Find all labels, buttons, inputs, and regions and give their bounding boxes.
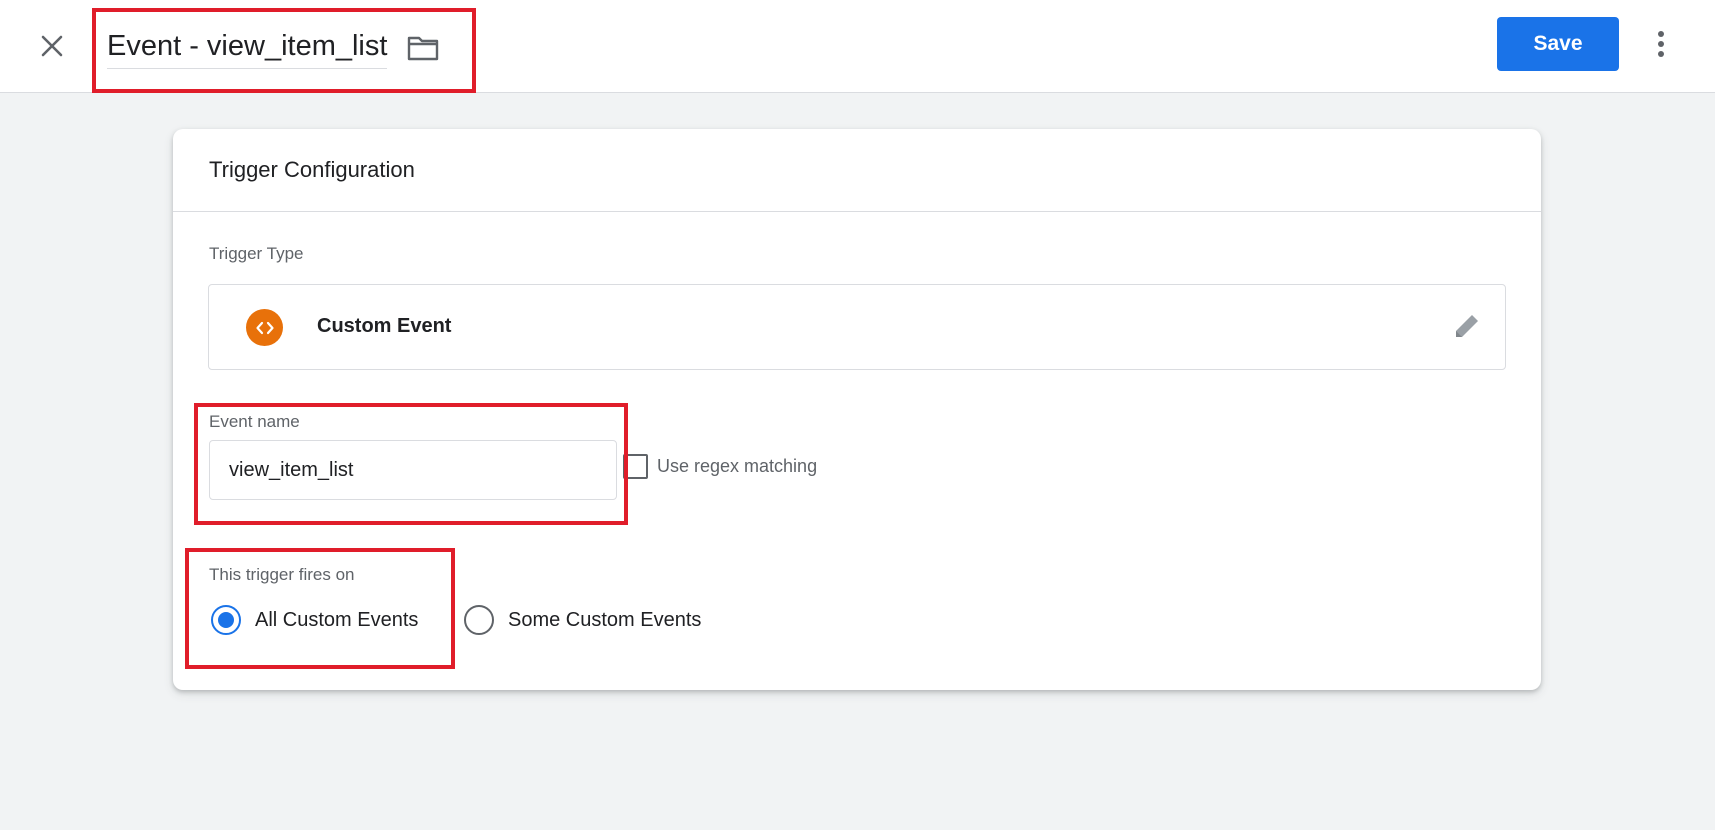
event-name-input[interactable] — [209, 440, 617, 500]
radio-all-custom-events[interactable]: All Custom Events — [211, 605, 418, 635]
radio-label: All Custom Events — [255, 608, 419, 631]
radio-label: Some Custom Events — [508, 608, 702, 631]
trigger-type-name: Custom Event — [317, 315, 452, 337]
radio-button[interactable] — [464, 605, 494, 635]
checkbox-box[interactable] — [623, 454, 648, 479]
use-regex-label: Use regex matching — [657, 456, 818, 476]
fires-on-label: This trigger fires on — [209, 565, 355, 584]
trigger-type-label: Trigger Type — [209, 244, 304, 263]
pencil-icon[interactable] — [1451, 310, 1483, 347]
radio-button-selected[interactable] — [211, 605, 241, 635]
card-header: Trigger Configuration — [173, 129, 1541, 212]
folder-icon[interactable] — [407, 35, 439, 61]
close-icon[interactable] — [33, 27, 71, 65]
more-vert-icon[interactable] — [1648, 25, 1674, 63]
radio-some-custom-events[interactable]: Some Custom Events — [464, 605, 701, 635]
top-bar: Event - view_item_list Save — [0, 0, 1715, 93]
title-area: Event - view_item_list — [107, 26, 439, 70]
card-title: Trigger Configuration — [209, 157, 415, 182]
trigger-title[interactable]: Event - view_item_list — [107, 28, 388, 69]
save-button[interactable]: Save — [1497, 17, 1619, 71]
code-brackets-icon — [246, 309, 283, 346]
trigger-type-selector[interactable]: Custom Event — [208, 284, 1506, 370]
use-regex-checkbox[interactable]: Use regex matching — [623, 454, 817, 479]
event-name-label: Event name — [209, 412, 300, 431]
trigger-config-card: Trigger Configuration Trigger Type Custo… — [173, 129, 1541, 690]
